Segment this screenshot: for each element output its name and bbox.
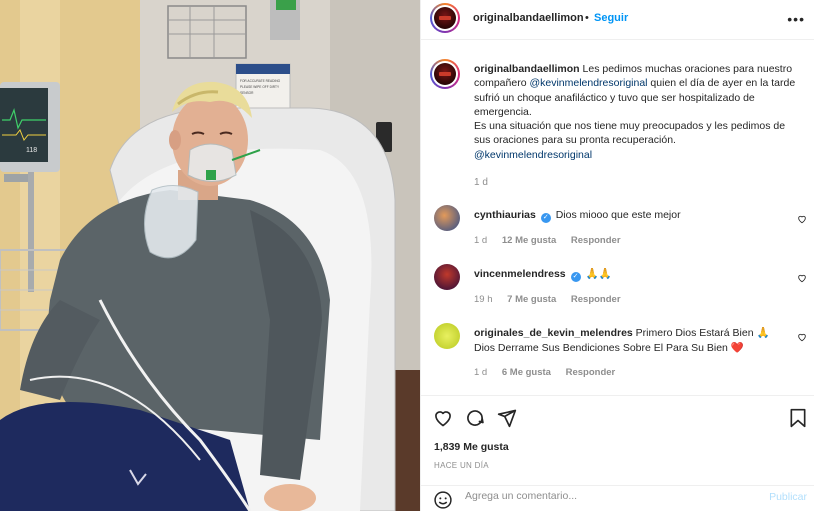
avatar-image	[434, 63, 456, 85]
comment-meta: 1 d 12 Me gusta Responder	[474, 235, 633, 246]
header-separator: •	[585, 12, 589, 24]
hospital-photo-illustration: FOR ACCURATE READING PLEASE WIPE OFF DIR…	[0, 0, 420, 511]
avatar-image	[434, 7, 456, 29]
comment-text: cynthiaurias ✓ Dios miooo que este mejor	[474, 208, 789, 223]
comment-body: 🙏🙏	[585, 268, 612, 280]
profile-avatar[interactable]	[430, 3, 460, 33]
verified-badge-icon: ✓	[570, 272, 581, 282]
add-comment-bar: Publicar	[421, 485, 814, 511]
post-photo[interactable]: FOR ACCURATE READING PLEASE WIPE OFF DIR…	[0, 0, 420, 511]
post-actions: 1,839 Me gusta HACE UN DÍA Publicar	[421, 395, 814, 511]
header-username[interactable]: originalbandaellimon	[473, 12, 584, 24]
commenter-avatar[interactable]	[434, 323, 460, 349]
comment-likes[interactable]: 6 Me gusta	[502, 367, 551, 378]
comment-like-heart-icon[interactable]	[797, 214, 807, 224]
comment-meta: 19 h 7 Me gusta Responder	[474, 294, 633, 305]
comment-like-heart-icon[interactable]	[797, 273, 807, 283]
post-caption: originalbandaellimon Les pedimos muchas …	[474, 62, 804, 162]
comment-meta: 1 d 6 Me gusta Responder	[474, 367, 627, 378]
commenter-avatar[interactable]	[434, 205, 460, 231]
sign-line: SENSOR	[240, 91, 254, 95]
comment-time[interactable]: 19 h	[474, 294, 493, 305]
reply-button[interactable]: Responder	[571, 235, 621, 246]
publish-button[interactable]: Publicar	[769, 491, 807, 503]
heart-icon[interactable]	[433, 408, 453, 428]
reply-button[interactable]: Responder	[566, 367, 616, 378]
comment-likes[interactable]: 7 Me gusta	[507, 294, 556, 305]
caption-username[interactable]: originalbandaellimon	[474, 63, 580, 75]
comment-username[interactable]: originales_de_kevin_melendres	[474, 327, 633, 339]
comment-username[interactable]: vincenmelendress	[474, 268, 566, 280]
commenter-avatar[interactable]	[434, 264, 460, 290]
monitor-reading: 118	[26, 147, 37, 154]
bookmark-icon[interactable]	[789, 408, 807, 428]
verified-badge-icon: ✓	[540, 213, 551, 223]
caption-mention[interactable]: @kevinmelendresoriginal	[529, 77, 647, 89]
comment-like-heart-icon[interactable]	[797, 332, 807, 342]
caption-mention[interactable]: @kevinmelendresoriginal	[474, 149, 592, 161]
share-icon[interactable]	[497, 408, 517, 428]
comment-text: vincenmelendress ✓ 🙏🙏	[474, 267, 789, 282]
comment-likes[interactable]: 12 Me gusta	[502, 235, 556, 246]
comment-input[interactable]	[465, 490, 755, 502]
caption-avatar[interactable]	[430, 59, 460, 89]
sign-line: PLEASE WIPE OFF DIRTY	[240, 85, 280, 89]
comment-time[interactable]: 1 d	[474, 235, 487, 246]
caption-text: Es una situación que nos tiene muy preoc…	[474, 120, 786, 147]
post-side-panel: originalbandaellimon • Seguir ••• origin…	[420, 0, 814, 511]
follow-button[interactable]: Seguir	[594, 12, 628, 24]
caption-timestamp[interactable]: 1 d	[474, 177, 488, 188]
reply-button[interactable]: Responder	[571, 294, 621, 305]
comment-body: Dios miooo que este mejor	[555, 209, 681, 221]
post-header: originalbandaellimon • Seguir •••	[421, 0, 814, 40]
comment-time[interactable]: 1 d	[474, 367, 487, 378]
post-time-ago[interactable]: HACE UN DÍA	[434, 461, 489, 470]
comment-icon[interactable]	[465, 408, 485, 428]
sign-line: FOR ACCURATE READING	[240, 79, 281, 83]
comment-text: originales_de_kevin_melendres Primero Di…	[474, 326, 789, 355]
comment-username[interactable]: cynthiaurias	[474, 209, 536, 221]
emoji-icon[interactable]	[433, 490, 453, 510]
more-icon[interactable]: •••	[787, 11, 805, 27]
like-count[interactable]: 1,839 Me gusta	[434, 441, 509, 453]
